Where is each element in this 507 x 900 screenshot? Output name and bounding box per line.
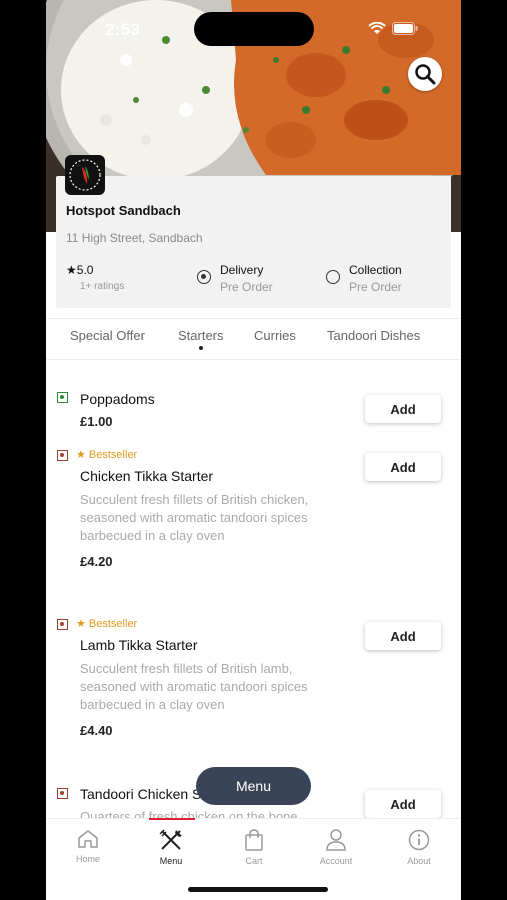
item-price: £4.40 xyxy=(80,723,113,738)
delivery-label[interactable]: Delivery xyxy=(220,263,263,277)
home-indicator xyxy=(188,887,328,892)
item-name: Tandoori Chicken S xyxy=(80,786,202,802)
restaurant-info-card: Hotspot Sandbach 11 High Street, Sandbac… xyxy=(56,176,451,308)
item-name: Poppadoms xyxy=(80,391,155,407)
menu-button[interactable]: Menu xyxy=(196,767,311,805)
status-icons xyxy=(368,22,418,35)
rating-value: 5.0 xyxy=(76,263,94,277)
item-name: Chicken Tikka Starter xyxy=(80,468,214,484)
add-button[interactable]: Add xyxy=(365,395,441,423)
cutlery-icon xyxy=(159,829,182,850)
nav-home[interactable]: Home xyxy=(58,829,118,864)
app-screen: 2:53 Hotspot Sandbach 11 High Street, Sa… xyxy=(46,0,461,900)
home-icon xyxy=(78,830,98,848)
item-name: Lamb Tikka Starter xyxy=(80,637,198,653)
nav-about[interactable]: About xyxy=(389,829,449,866)
info-icon xyxy=(408,829,430,851)
delivery-radio[interactable] xyxy=(197,270,211,284)
tab-starters[interactable]: Starters xyxy=(178,328,224,343)
active-nav-indicator xyxy=(149,818,195,820)
collection-sub: Pre Order xyxy=(349,280,402,294)
restaurant-address: 11 High Street, Sandbach xyxy=(66,231,203,245)
nav-label: Cart xyxy=(245,856,263,866)
rating: ★5.0 xyxy=(66,263,93,277)
tab-special-offer[interactable]: Special Offer xyxy=(70,328,145,343)
star-icon: ★ xyxy=(76,449,89,461)
collection-radio[interactable] xyxy=(326,270,340,284)
item-price: £4.20 xyxy=(80,554,113,569)
nav-label: About xyxy=(407,856,431,866)
battery-icon xyxy=(392,22,418,35)
delivery-sub: Pre Order xyxy=(220,280,273,294)
restaurant-logo xyxy=(65,155,105,195)
nav-menu[interactable]: Menu xyxy=(141,829,201,866)
collection-label[interactable]: Collection xyxy=(349,263,402,277)
tab-curries[interactable]: Curries xyxy=(254,328,296,343)
item-description: Succulent fresh fillets of British chick… xyxy=(80,492,309,543)
nav-cart[interactable]: Cart xyxy=(224,829,284,866)
bag-icon xyxy=(245,829,263,851)
star-icon: ★ xyxy=(66,263,77,277)
person-icon xyxy=(326,829,346,851)
add-button[interactable]: Add xyxy=(365,622,441,650)
nonveg-indicator-icon xyxy=(57,450,68,461)
nav-label: Account xyxy=(319,856,353,866)
chilli-logo-icon xyxy=(69,159,101,191)
bestseller-badge: ★ Bestseller xyxy=(76,449,138,461)
search-button[interactable] xyxy=(408,57,442,91)
add-button[interactable]: Add xyxy=(365,453,441,481)
item-price: £1.00 xyxy=(80,414,113,429)
nonveg-indicator-icon xyxy=(57,619,68,630)
nav-label: Home xyxy=(75,854,100,864)
star-icon: ★ xyxy=(76,618,89,630)
search-icon xyxy=(415,64,436,85)
restaurant-name: Hotspot Sandbach xyxy=(66,203,181,218)
rating-count: 1+ ratings xyxy=(80,281,125,292)
nonveg-indicator-icon xyxy=(57,788,68,799)
add-button[interactable]: Add xyxy=(365,790,441,818)
category-tabs: Special Offer Starters Curries Tandoori … xyxy=(46,318,461,360)
veg-indicator-icon xyxy=(57,392,68,403)
dynamic-island xyxy=(194,12,314,46)
nav-account[interactable]: Account xyxy=(306,829,366,866)
wifi-icon xyxy=(368,22,386,34)
nav-label: Menu xyxy=(159,856,183,866)
bestseller-badge: ★ Bestseller xyxy=(76,618,138,630)
active-tab-indicator xyxy=(199,346,203,350)
status-time: 2:53 xyxy=(105,20,141,39)
item-description: Succulent fresh fillets of British lamb,… xyxy=(80,661,308,712)
tab-tandoori-dishes[interactable]: Tandoori Dishes xyxy=(327,328,420,343)
